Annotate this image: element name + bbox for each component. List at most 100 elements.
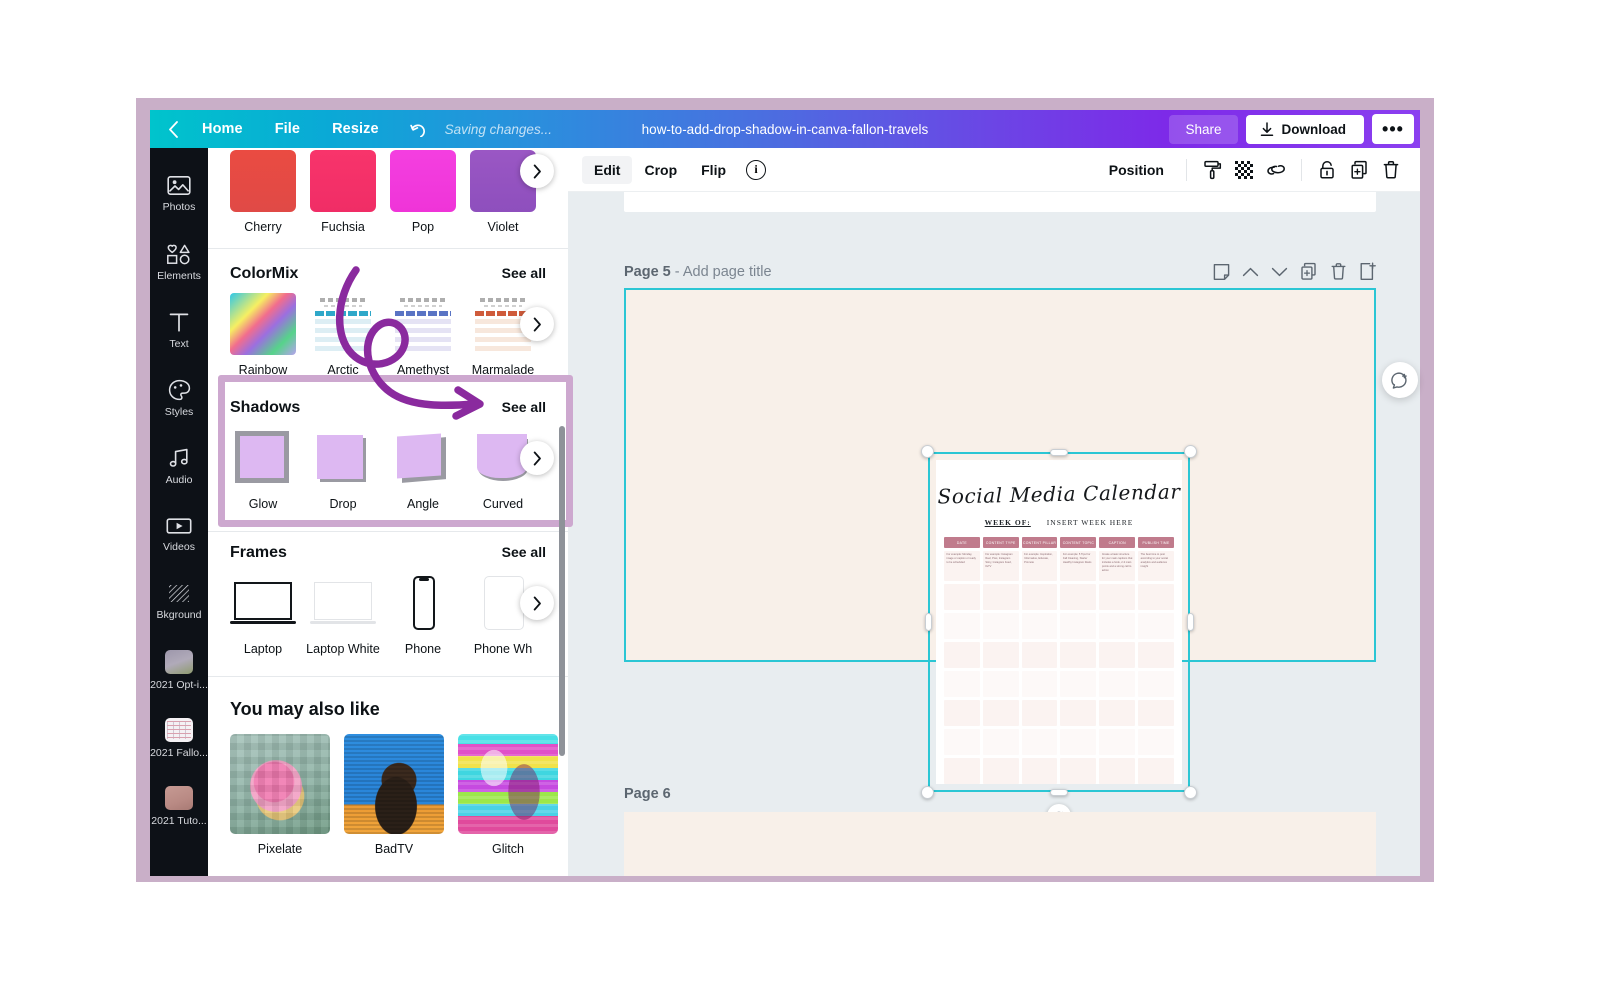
resize-button[interactable]: Resize — [316, 115, 395, 143]
frame-item-phone[interactable]: Phone — [390, 572, 456, 656]
page-5-canvas[interactable]: Social Media Calendar WEEK OF: INSERT WE… — [624, 288, 1376, 828]
sidebar-item-videos[interactable]: Videos — [150, 500, 208, 568]
position-button[interactable]: Position — [1097, 156, 1176, 184]
resize-handle-right[interactable] — [1186, 613, 1194, 631]
home-button[interactable]: Home — [186, 115, 259, 143]
shadow-item-angle[interactable]: Angle — [390, 427, 456, 511]
shadow-item-drop[interactable]: Drop — [310, 427, 376, 511]
photo-icon — [167, 175, 191, 196]
hatch-pattern-icon — [167, 583, 191, 604]
link-icon[interactable] — [1261, 155, 1291, 185]
frame-item-laptop[interactable]: Laptop — [230, 572, 296, 656]
effect-item-pixelate[interactable]: Pixelate — [230, 734, 330, 856]
trash-icon[interactable] — [1376, 155, 1406, 185]
sidebar-item-elements[interactable]: Elements — [150, 228, 208, 296]
resize-handle-left[interactable] — [924, 613, 932, 631]
frame-item-laptop-white[interactable]: Laptop White — [306, 572, 380, 656]
delete-page-icon[interactable] — [1330, 262, 1347, 281]
color-swatch-cherry[interactable]: Cherry — [230, 150, 296, 234]
chevron-down-icon[interactable] — [1271, 266, 1288, 278]
table-header-cell: PUBLISH TIME — [1138, 537, 1174, 548]
sidebar-label: Text — [169, 337, 189, 350]
add-comment-icon[interactable] — [1382, 362, 1418, 398]
calendar-title: Social Media Calendar — [937, 479, 1181, 509]
colormix-item-arctic[interactable]: Arctic — [310, 293, 376, 377]
table-row — [944, 758, 1174, 784]
selected-element-wrap[interactable]: Social Media Calendar WEEK OF: INSERT WE… — [921, 445, 1197, 828]
document-title[interactable]: how-to-add-drop-shadow-in-canva-fallon-t… — [642, 122, 929, 137]
previous-page-sliver[interactable] — [624, 192, 1376, 212]
duplicate-page-icon[interactable] — [1300, 262, 1318, 281]
canvas-scroll-area[interactable]: Page 5 - Add page title Social Media Cal… — [568, 192, 1420, 876]
colormix-preview — [390, 293, 456, 355]
colormix-item-amethyst[interactable]: Amethyst — [390, 293, 456, 377]
info-icon[interactable]: i — [746, 159, 767, 180]
page5-header: Page 5 - Add page title — [624, 262, 1376, 281]
week-of-value: INSERT WEEK HERE — [1046, 518, 1134, 527]
sidebar-item-folder-fallon[interactable]: 2021 Fallo... — [150, 704, 208, 772]
chevron-up-icon[interactable] — [1242, 266, 1259, 278]
sidebar-item-styles[interactable]: Styles — [150, 364, 208, 432]
sidebar-item-text[interactable]: Text — [150, 296, 208, 364]
frames-see-all[interactable]: See all — [502, 544, 546, 560]
share-button[interactable]: Share — [1169, 114, 1238, 144]
paint-roller-icon[interactable] — [1197, 155, 1227, 185]
color-swatch-pop[interactable]: Pop — [390, 150, 456, 234]
back-chevron-icon[interactable] — [160, 116, 186, 142]
page-6-canvas[interactable] — [624, 812, 1376, 876]
colormix-next-arrow-icon[interactable] — [520, 307, 554, 341]
duplicate-icon[interactable] — [1344, 155, 1374, 185]
page6-label[interactable]: Page 6 — [624, 786, 671, 802]
sidebar-label: Elements — [157, 269, 201, 282]
sidebar-item-folder-tutorial[interactable]: 2021 Tuto... — [150, 772, 208, 840]
shadow-item-glow[interactable]: Glow — [230, 427, 296, 511]
edit-tab[interactable]: Edit — [582, 155, 633, 184]
page5-title-row[interactable]: Page 5 - Add page title — [624, 264, 772, 280]
sidebar-item-photos[interactable]: Photos — [150, 160, 208, 228]
sidebar-label: 2021 Fallo... — [150, 746, 208, 759]
page5-title-placeholder[interactable]: - Add page title — [675, 264, 772, 280]
colormix-see-all[interactable]: See all — [502, 265, 546, 281]
transparency-checker-icon[interactable] — [1229, 155, 1259, 185]
resize-handle-top-right[interactable] — [1184, 445, 1197, 458]
shadows-header: Shadows See all — [208, 377, 568, 427]
more-options-button[interactable]: ••• — [1372, 114, 1414, 144]
crop-tab[interactable]: Crop — [632, 156, 689, 184]
file-menu-button[interactable]: File — [259, 115, 316, 143]
colormix-label: Marmalade — [471, 363, 535, 377]
effect-item-glitch[interactable]: Glitch — [458, 734, 558, 856]
resize-handle-top-left[interactable] — [921, 445, 934, 458]
shadow-label: Drop — [329, 497, 357, 511]
palette-icon — [168, 379, 191, 401]
effect-item-badtv[interactable]: BadTV — [344, 734, 444, 856]
resize-handle-bottom-left[interactable] — [921, 786, 934, 799]
resize-handle-bottom-right[interactable] — [1184, 786, 1197, 799]
shadows-next-arrow-icon[interactable] — [520, 441, 554, 475]
lock-icon[interactable] — [1312, 155, 1342, 185]
table-row — [944, 642, 1174, 668]
sidebar-item-folder-optin[interactable]: 2021 Opt-i... — [150, 636, 208, 704]
text-t-icon — [168, 311, 190, 333]
colors-next-arrow-icon[interactable] — [520, 154, 554, 188]
table-row: For example: Instagram Reel, Post, Insta… — [982, 551, 1019, 581]
frames-next-arrow-icon[interactable] — [520, 586, 554, 620]
frame-preview-laptop — [230, 572, 296, 634]
flip-tab[interactable]: Flip — [689, 156, 738, 184]
color-swatch-fuchsia[interactable]: Fuchsia — [310, 150, 376, 234]
download-button[interactable]: Download — [1245, 114, 1364, 144]
page5-label: Page 5 — [624, 263, 671, 280]
social-media-calendar-image[interactable]: Social Media Calendar WEEK OF: INSERT WE… — [936, 460, 1182, 784]
undo-button[interactable] — [395, 117, 439, 141]
add-page-icon[interactable] — [1359, 262, 1376, 281]
panel-scrollbar[interactable] — [559, 426, 565, 756]
note-icon[interactable] — [1213, 263, 1230, 281]
colormix-item-rainbow[interactable]: Rainbow — [230, 293, 296, 377]
resize-handle-top[interactable] — [1050, 448, 1068, 456]
sidebar-item-bkground[interactable]: Bkground — [150, 568, 208, 636]
shadow-label: Curved — [482, 497, 524, 511]
table-row — [944, 729, 1174, 755]
week-of-label: WEEK OF: — [984, 518, 1031, 527]
sidebar-item-audio[interactable]: Audio — [150, 432, 208, 500]
shadows-see-all[interactable]: See all — [502, 399, 546, 415]
resize-handle-bottom[interactable] — [1050, 788, 1068, 796]
